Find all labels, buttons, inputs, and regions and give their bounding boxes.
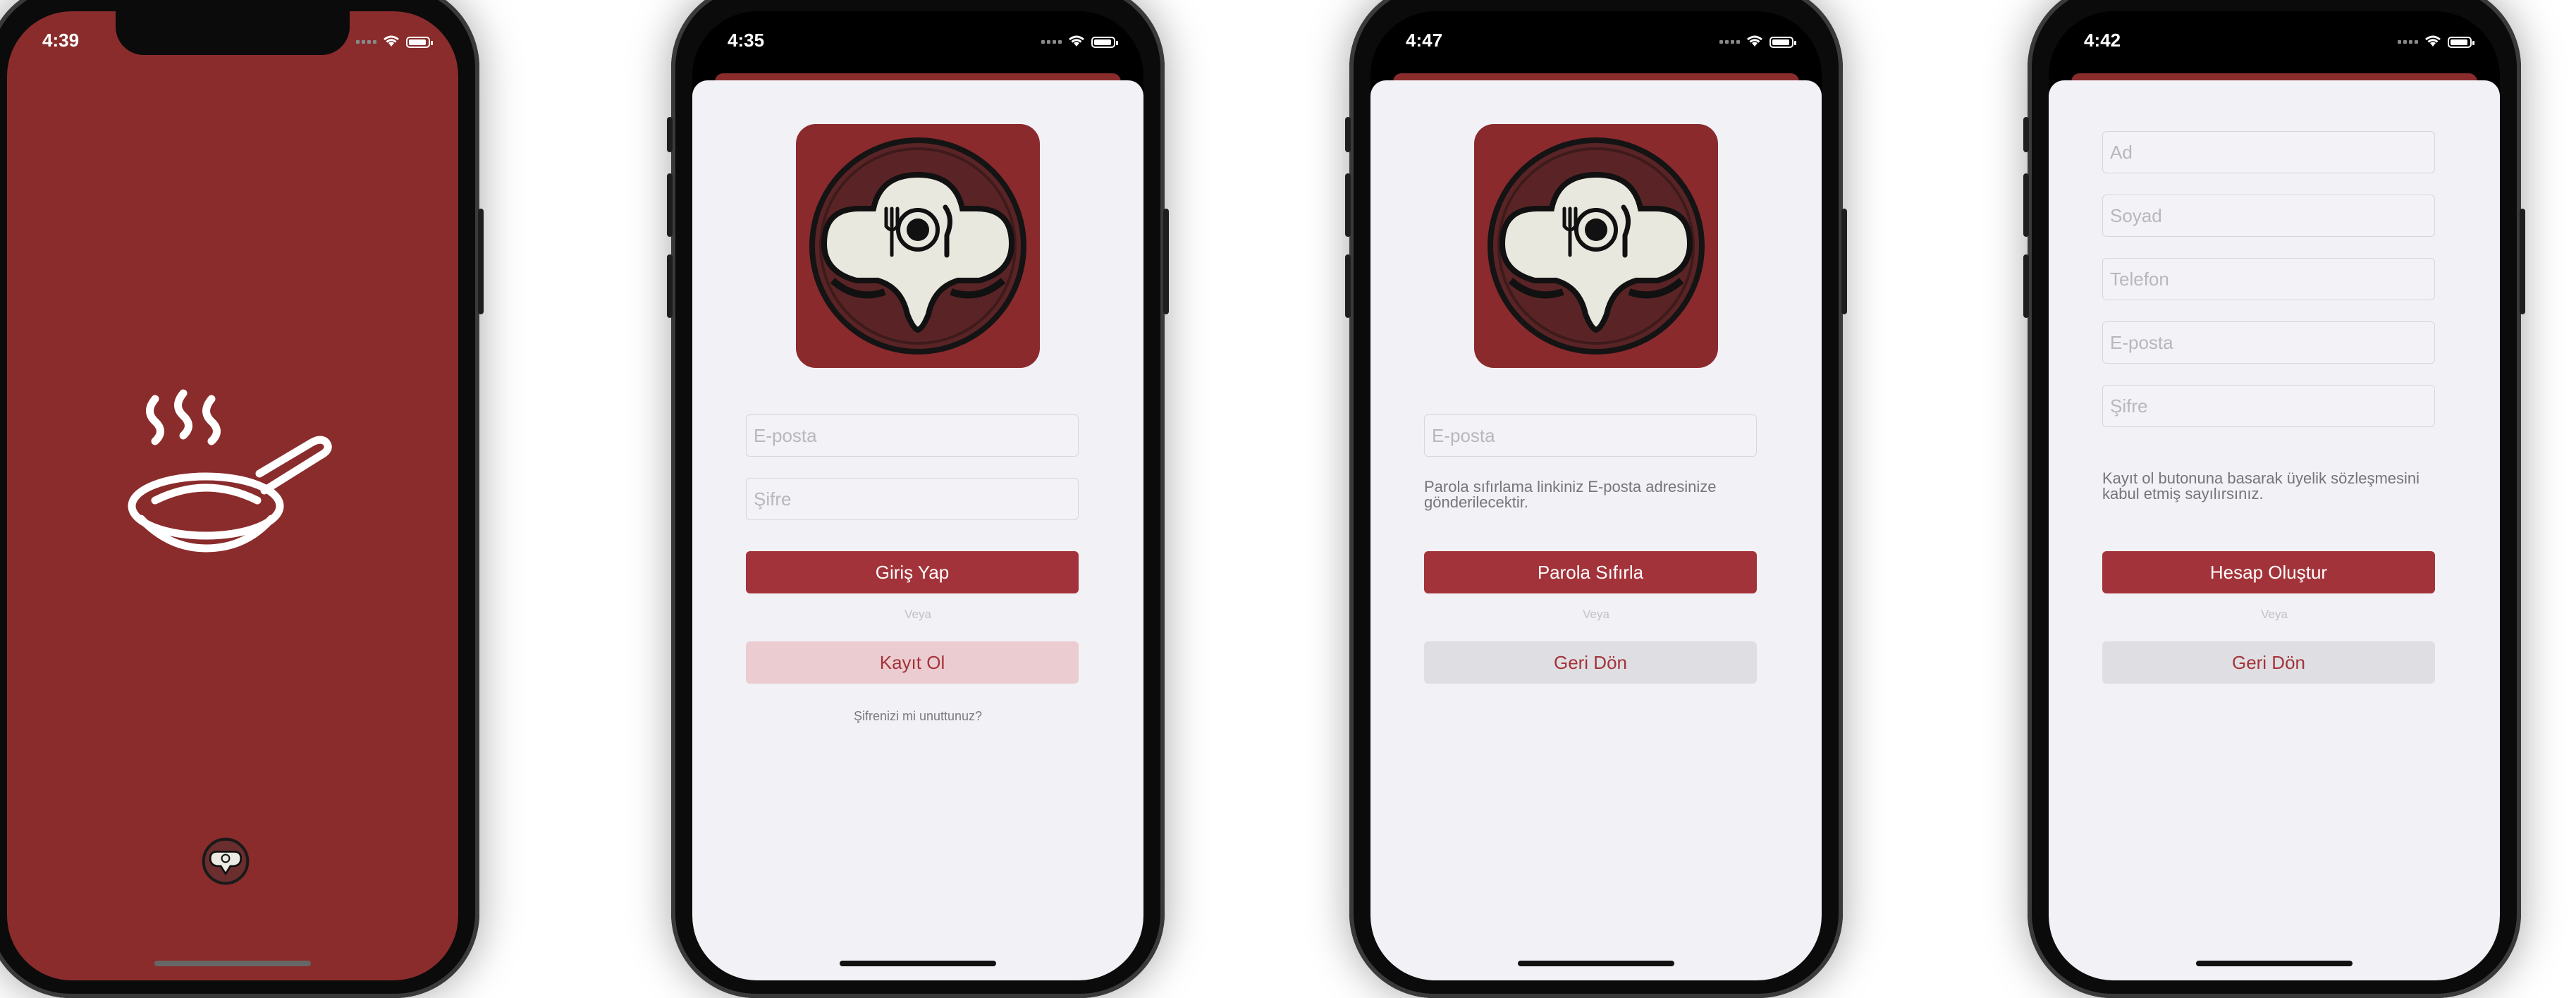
create-account-button[interactable]: Hesap Oluştur [2102, 551, 2435, 593]
password-input[interactable]: Şifre [2102, 385, 2435, 427]
signal-icon [2398, 40, 2418, 44]
volume-down [667, 254, 673, 318]
phone-reset: 4:47 E-posta Parola sıfırlama linkiniz E… [1345, 0, 1847, 998]
email-input[interactable]: E-posta [746, 414, 1079, 457]
reset-info-text: Parola sıfırlama linkiniz E-posta adresi… [1424, 478, 1717, 511]
frying-pan-icon [127, 385, 338, 557]
home-indicator [2196, 961, 2353, 966]
volume-up [667, 173, 673, 237]
reset-screen: 4:47 E-posta Parola sıfırlama linkiniz E… [1370, 11, 1822, 980]
phone-input[interactable]: Telefon [2102, 258, 2435, 300]
volume-up [1345, 173, 1351, 237]
wifi-icon [1067, 31, 1086, 53]
volume-up [2023, 173, 2029, 237]
register-screen: 4:42 Ad Soyad Telefon E-posta Şifre Kayı… [2049, 11, 2500, 980]
volume-down [2023, 254, 2029, 318]
mute-switch [667, 117, 673, 152]
home-indicator [154, 961, 311, 966]
email-input[interactable]: E-posta [1424, 414, 1757, 457]
login-sheet: E-posta Şifre Giriş Yap Veya Kayıt Ol Şi… [692, 80, 1143, 980]
battery-icon [406, 36, 433, 48]
wifi-icon [382, 31, 400, 53]
battery-icon [1770, 36, 1796, 48]
splash-screen: 4:39 [7, 11, 458, 980]
battery-icon [2448, 36, 2474, 48]
reset-sheet: E-posta Parola sıfırlama linkiniz E-post… [1370, 80, 1822, 980]
or-label: Veya [904, 608, 931, 621]
status-time: 4:35 [728, 30, 765, 51]
wifi-icon [2424, 31, 2442, 53]
mute-switch [1345, 117, 1351, 152]
phone-register: 4:42 Ad Soyad Telefon E-posta Şifre Kayı… [2023, 0, 2525, 998]
home-indicator [1518, 961, 1674, 966]
back-button[interactable]: Geri Dön [1424, 641, 1757, 684]
power-button [1163, 209, 1169, 314]
signal-icon [356, 40, 376, 44]
register-button[interactable]: Kayıt Ol [746, 641, 1079, 684]
signal-icon [1041, 40, 1062, 44]
volume-down [1345, 254, 1351, 318]
or-label: Veya [1583, 608, 1609, 621]
phone-splash: 4:39 [0, 0, 484, 998]
wifi-icon [1746, 31, 1764, 53]
status-bar: 4:42 [2049, 21, 2500, 63]
first-name-input[interactable]: Ad [2102, 131, 2435, 173]
register-sheet: Ad Soyad Telefon E-posta Şifre Kayıt ol … [2049, 80, 2500, 980]
status-bar: 4:47 [1370, 21, 1822, 63]
power-button [478, 209, 484, 314]
power-button [2520, 209, 2525, 314]
phone-login: 4:35 E-posta Şifre Giriş Yap Veya Kayıt … [667, 0, 1169, 998]
status-bar: 4:39 [7, 21, 458, 63]
password-input[interactable]: Şifre [746, 478, 1079, 520]
or-label: Veya [2261, 608, 2288, 621]
login-screen: 4:35 E-posta Şifre Giriş Yap Veya Kayıt … [692, 11, 1143, 980]
status-time: 4:39 [42, 30, 80, 51]
chef-logo-small [202, 837, 250, 885]
battery-icon [1091, 36, 1118, 48]
back-button[interactable]: Geri Dön [2102, 641, 2435, 684]
status-time: 4:47 [1406, 30, 1443, 51]
email-input[interactable]: E-posta [2102, 321, 2435, 364]
reset-password-button[interactable]: Parola Sıfırla [1424, 551, 1757, 593]
home-indicator [840, 961, 996, 966]
mute-switch [2023, 117, 2029, 152]
power-button [1841, 209, 1847, 314]
app-logo [1474, 124, 1718, 368]
app-logo [796, 124, 1040, 368]
last-name-input[interactable]: Soyad [2102, 195, 2435, 237]
status-time: 4:42 [2084, 30, 2121, 51]
terms-text: Kayıt ol butonuna basarak üyelik sözleşm… [2102, 469, 2420, 503]
status-bar: 4:35 [692, 21, 1143, 63]
forgot-password-link[interactable]: Şifrenizi mi unuttunuz? [692, 709, 1143, 724]
signal-icon [1719, 40, 1740, 44]
login-button[interactable]: Giriş Yap [746, 551, 1079, 593]
